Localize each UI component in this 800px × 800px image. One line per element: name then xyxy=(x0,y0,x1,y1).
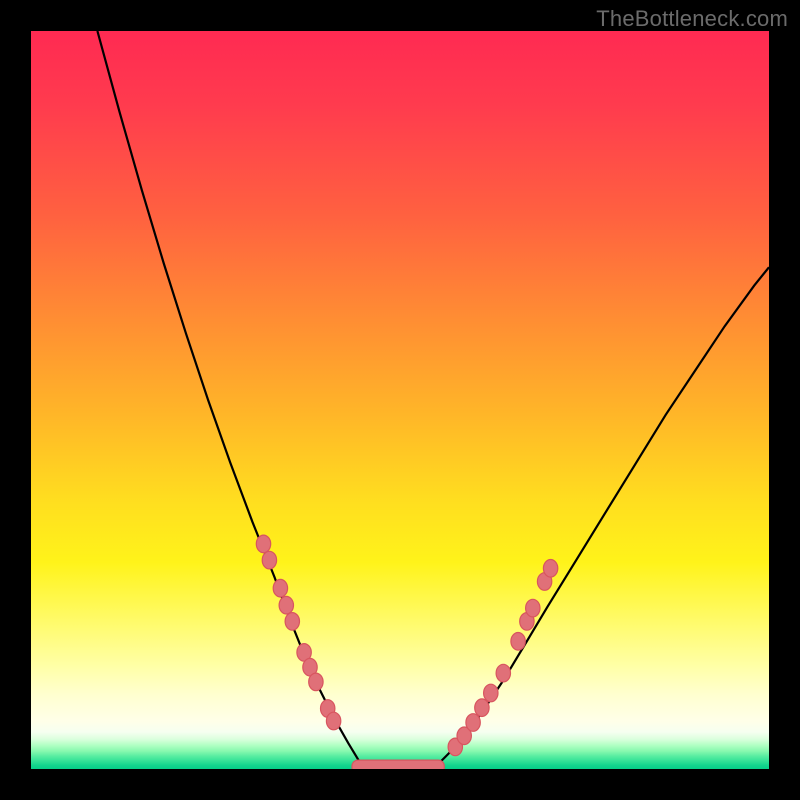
watermark-text: TheBottleneck.com xyxy=(596,6,788,32)
chart-frame: TheBottleneck.com xyxy=(0,0,800,800)
data-marker xyxy=(466,714,480,732)
chart-svg xyxy=(31,31,769,769)
data-marker xyxy=(511,633,525,651)
data-marker xyxy=(279,596,293,614)
data-marker xyxy=(309,673,323,691)
data-marker xyxy=(256,535,270,553)
data-marker xyxy=(285,613,299,631)
data-marker xyxy=(543,560,557,578)
curve-left-branch xyxy=(97,31,359,762)
data-marker xyxy=(526,599,540,617)
data-marker xyxy=(496,664,510,682)
marker-cluster-right xyxy=(448,560,558,756)
data-marker xyxy=(273,579,287,597)
data-marker xyxy=(326,712,340,730)
data-marker xyxy=(262,551,276,569)
marker-floor-band xyxy=(352,760,444,769)
data-marker xyxy=(484,684,498,702)
plot-area xyxy=(31,31,769,769)
data-marker xyxy=(475,699,489,717)
marker-cluster-left xyxy=(256,535,341,730)
